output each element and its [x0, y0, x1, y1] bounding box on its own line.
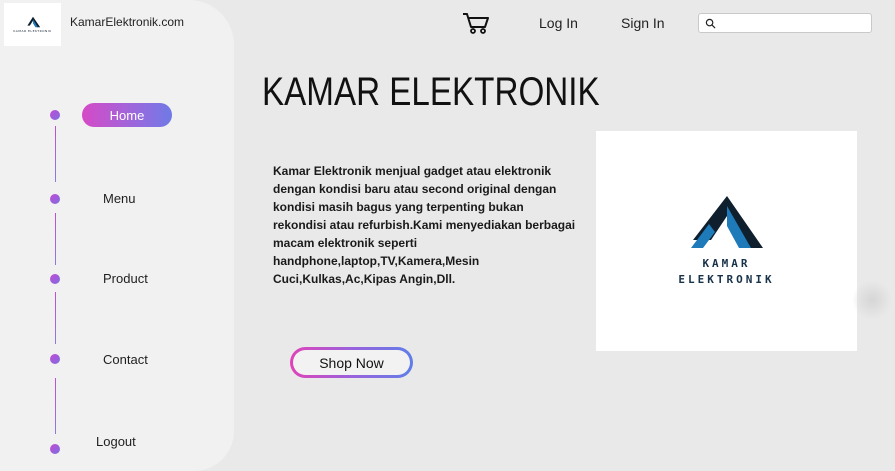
brand-name-line1: KAMAR: [702, 257, 751, 270]
shop-now-button[interactable]: Shop Now: [290, 347, 413, 378]
decorative-shadow: [852, 280, 892, 320]
logo-text: KAMAR ELEKTRONIK: [13, 29, 52, 33]
search-box[interactable]: [698, 13, 872, 33]
nav-dot: [50, 354, 60, 364]
site-name[interactable]: KamarElektronik.com: [70, 15, 184, 29]
login-link[interactable]: Log In: [539, 15, 578, 31]
nav-dot: [50, 110, 60, 120]
signup-link[interactable]: Sign In: [621, 15, 665, 31]
sidebar-item-logout[interactable]: Logout: [96, 434, 136, 449]
brand-logo-icon: [690, 196, 763, 248]
nav-connector: [55, 292, 56, 344]
cart-icon[interactable]: [462, 12, 490, 34]
brand-name-line2: ELEKTRONIK: [678, 273, 775, 286]
sidebar: [0, 0, 234, 471]
description-text: Kamar Elektronik menjual gadget atau ele…: [273, 164, 576, 286]
shop-now-label: Shop Now: [293, 350, 410, 375]
sidebar-item-menu[interactable]: Menu: [103, 191, 136, 206]
brand-logo-card: KAMAR ELEKTRONIK: [596, 131, 857, 351]
sidebar-item-product[interactable]: Product: [103, 271, 148, 286]
sidebar-item-home[interactable]: Home: [82, 103, 172, 127]
page-title: KAMAR ELEKTRONIK: [262, 70, 600, 114]
nav-connector: [55, 126, 56, 182]
nav-dot: [50, 444, 60, 454]
nav-connector: [55, 378, 56, 434]
search-icon: [705, 18, 716, 29]
nav-dot: [50, 194, 60, 204]
logo-icon: [26, 16, 40, 28]
nav-dot: [50, 274, 60, 284]
nav-connector: [55, 213, 56, 265]
header-logo[interactable]: KAMAR ELEKTRONIK: [4, 3, 61, 46]
sidebar-item-contact[interactable]: Contact: [103, 352, 148, 367]
search-input[interactable]: [719, 15, 871, 33]
